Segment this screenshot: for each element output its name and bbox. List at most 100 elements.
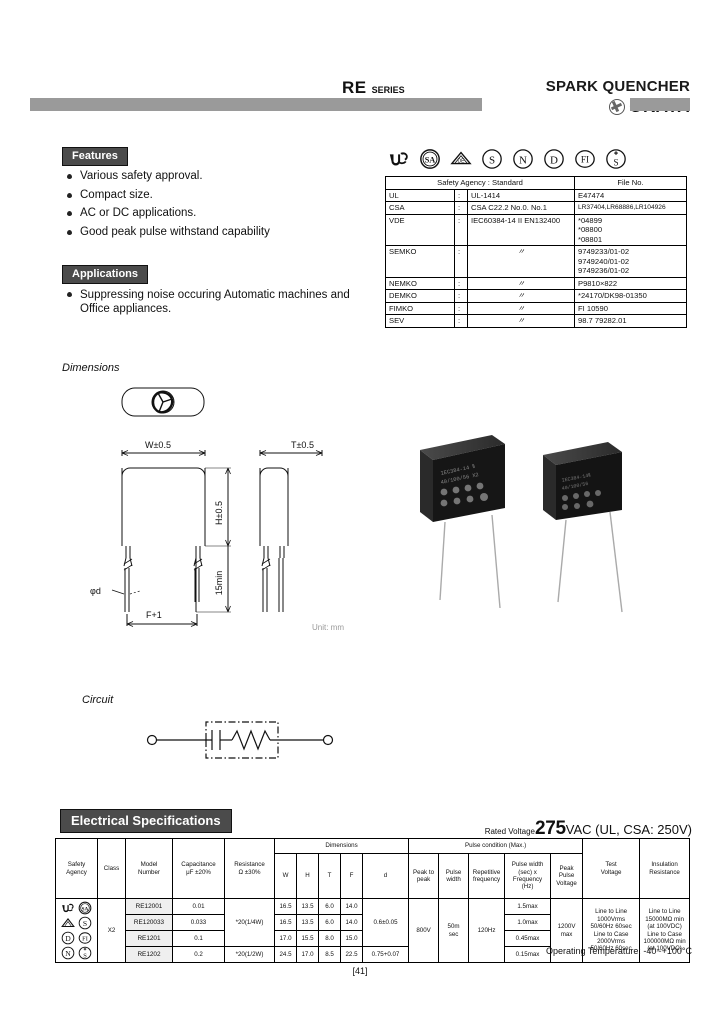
col-header-model-number: Model Number — [125, 838, 173, 899]
cell-dim-h: 17.0 — [296, 946, 319, 963]
table-row: FIMKO : 〃 FI 10590 — [385, 301, 687, 315]
file-no-line: *04899 — [578, 215, 603, 225]
capacitor-right: IEC384-14Ⅱ 40/100/56 — [543, 442, 623, 613]
cell-capacitance: 0.033 — [172, 914, 225, 931]
cell-capacitance: 0.01 — [172, 898, 225, 915]
cell-file-no: *24170/DK98-01350 — [574, 289, 687, 303]
electrical-specifications-table: Safety Agency Class Model Number Capacit… — [55, 838, 691, 963]
cell-dim-h: 15.5 — [296, 930, 319, 947]
rated-voltage-unit: VAC — [565, 822, 592, 837]
series-title: RE SERIES — [342, 78, 405, 98]
svg-text:DE: DE — [458, 159, 466, 165]
cell-colon: : — [454, 245, 468, 278]
col-header-peak-to-peak: Peak to peak — [408, 853, 440, 899]
applications-heading: Applications — [62, 264, 149, 284]
cell-agency: CSA — [385, 201, 455, 215]
brand-tagline: SPARK QUENCHER — [545, 78, 690, 95]
list-item: Various safety approval. — [66, 170, 366, 183]
cell-pulse-width: 50m sec — [438, 898, 470, 963]
svg-text:FI: FI — [581, 155, 589, 165]
dimensions-heading: Dimensions — [62, 362, 120, 374]
col-header-safety-agency: Safety Agency — [55, 838, 98, 899]
features-heading: Features — [62, 146, 128, 166]
col-header-dim-f: F — [340, 853, 363, 899]
semko-s-mark-icon: S — [481, 148, 503, 170]
header-rule-right — [630, 98, 690, 111]
product-photo: IEC384-14 Ⅱ 40/100/56 X2 IEC384-14Ⅱ 40/1… — [420, 435, 623, 613]
okaya-logo-icon — [609, 99, 626, 115]
col-header-capacitance: Capacitance μF ±20% — [172, 838, 225, 899]
list-item: Compact size. — [66, 189, 366, 202]
enclosure-dashed-top — [205, 721, 279, 740]
svg-text:SA: SA — [425, 156, 436, 165]
svg-text:N: N — [519, 155, 527, 167]
ul-mark-icon — [61, 901, 75, 915]
col-header-dim-h: H — [296, 853, 319, 899]
list-item: Suppressing noise occuring Automatic mac… — [66, 288, 366, 316]
col-header-test-voltage: Test Voltage — [582, 838, 641, 899]
cell-standard: CSA C22.2 No.0. No.1 — [467, 201, 575, 215]
cell-resistance: *20(1/4W) — [224, 898, 275, 947]
svg-text:S: S — [83, 953, 87, 960]
cell-peak-to-peak: 800V — [408, 898, 440, 963]
cell-resistance: *20(1/2W) — [224, 946, 275, 963]
series-suffix: SERIES — [371, 85, 405, 95]
cell-dim-f: 15.0 — [340, 930, 363, 947]
dim-label-height: H±0.5 — [214, 501, 224, 525]
operating-temperature: Operating Temperature: -40~+100°C — [545, 946, 692, 956]
cell-file-no: LR37404,LR68886,LR104926 — [574, 201, 687, 215]
cell-file-no: *04899 *08800 *08801 — [574, 213, 687, 246]
capacitor-symbol — [211, 730, 221, 750]
cell-class: X2 — [97, 898, 126, 963]
file-no-line: *08800 — [578, 225, 603, 234]
svg-text:N: N — [65, 949, 71, 958]
cell-agency: DEMKO — [385, 289, 455, 303]
table-row: SEMKO : 〃 9749233/01-02 9749240/01-02 97… — [385, 245, 687, 278]
dimensions-drawing: W±0.5 T±0.5 H±0.5 15min φd F+1 Unit: mm — [90, 387, 344, 632]
applications-heading-label: Applications — [62, 265, 149, 284]
cell-standard: 〃 — [467, 301, 575, 315]
datasheet-page: RE SERIES SPARK QUENCHER OKAYA Features … — [0, 0, 720, 1012]
dim-unit-note: Unit: mm — [312, 623, 344, 632]
svg-text:SA: SA — [82, 906, 89, 912]
agency-icon-row: SA DE S N D FI S — [388, 146, 688, 172]
rated-voltage-value: 275 — [534, 818, 566, 839]
resistor-symbol — [231, 729, 271, 751]
col-header-dim-d: d — [361, 853, 410, 899]
cell-dim-w: 16.5 — [274, 914, 297, 931]
cell-standard: 〃 — [467, 314, 575, 328]
semko-s-mark-icon: S — [78, 916, 92, 930]
cell-dim-f: 22.5 — [340, 946, 363, 963]
table-row: NEMKO : 〃 P9810×822 — [385, 276, 687, 290]
file-no-line: *08801 — [578, 234, 603, 244]
rated-voltage: Rated Voltage275VAC (UL, CSA: 250V) — [485, 818, 692, 840]
cell-colon: : — [454, 289, 468, 303]
fimko-fi-mark-icon: FI — [78, 931, 92, 945]
cell-pulse-width-frequency: 0.15max — [504, 946, 552, 963]
table-row: VDE : IEC60384-14 II EN132400 *04899 *08… — [385, 213, 687, 246]
cell-pulse-width-frequency: 1.5max — [504, 898, 552, 915]
col-header-pulse-group: Pulse condition (Max.) — [408, 838, 584, 854]
electrical-specifications-label: Electrical Specifications — [60, 809, 232, 833]
cell-colon: : — [454, 301, 468, 315]
cell-colon: : — [454, 314, 468, 328]
cell-file-no: P9810×822 — [574, 276, 687, 290]
col-header-dimensions-group: Dimensions — [273, 838, 410, 854]
col-header-file-no: File No. — [574, 176, 687, 190]
cell-capacitance: 0.1 — [172, 930, 225, 947]
csa-sa-mark-icon: SA — [78, 901, 92, 915]
vde-mark-icon: DE — [450, 148, 472, 170]
nemko-n-mark-icon: N — [61, 946, 75, 960]
cell-dim-d: 0.6±0.05 — [361, 898, 410, 947]
dim-label-lead-length: 15min — [214, 571, 224, 596]
col-header-dim-t: T — [318, 853, 341, 899]
cell-agency: SEMKO — [385, 245, 455, 278]
cell-file-no: E47474 — [574, 188, 687, 202]
cell-repetitive-frequency: 120Hz — [468, 898, 506, 963]
dim-label-pitch: F+1 — [146, 610, 162, 620]
cell-colon: : — [454, 276, 468, 290]
table-header-row: Safety Agency : Standard File No. — [385, 176, 687, 190]
col-header-resistance: Resistance Ω ±30% — [224, 838, 275, 899]
col-header-standard: Safety Agency : Standard — [385, 176, 575, 190]
cell-colon: : — [454, 213, 468, 246]
